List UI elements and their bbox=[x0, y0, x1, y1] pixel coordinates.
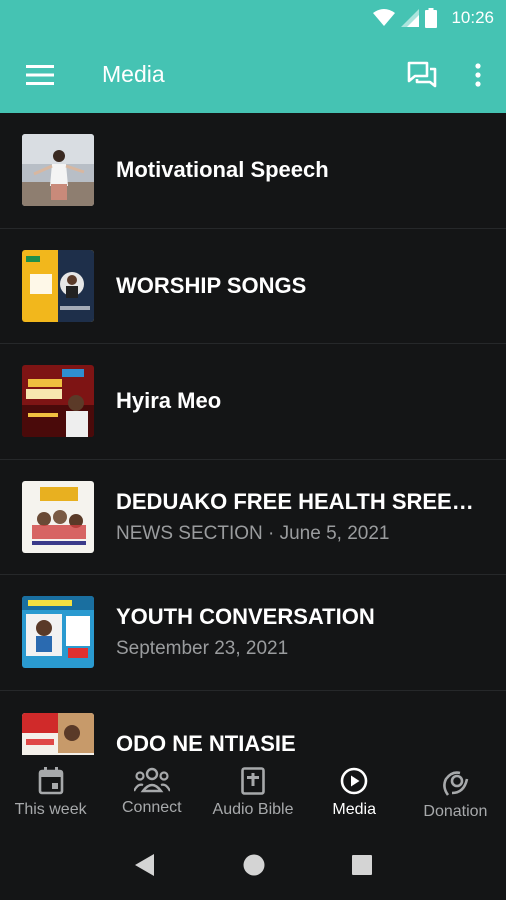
list-item[interactable]: YOUTH CONVERSATION September 23, 2021 bbox=[0, 575, 506, 691]
list-item[interactable]: Motivational Speech bbox=[0, 113, 506, 229]
back-icon[interactable] bbox=[134, 853, 156, 877]
nav-media[interactable]: Media bbox=[304, 755, 405, 829]
media-list: Motivational Speech WORSHIP SONGS Hyira … bbox=[0, 113, 506, 755]
list-item[interactable]: WORSHIP SONGS bbox=[0, 229, 506, 344]
more-vertical-icon bbox=[475, 62, 481, 87]
item-title: Motivational Speech bbox=[116, 157, 329, 183]
status-time: 10:26 bbox=[451, 8, 494, 27]
nav-label: Donation bbox=[423, 803, 488, 820]
signal-icon bbox=[401, 9, 420, 27]
thumbnail-image bbox=[22, 134, 94, 207]
thumbnail-image bbox=[22, 249, 94, 322]
menu-button[interactable] bbox=[0, 36, 80, 113]
nav-label: Media bbox=[332, 801, 376, 818]
list-item[interactable]: Hyira Meo bbox=[0, 344, 506, 460]
item-title: ODO NE NTIASIE bbox=[116, 730, 296, 756]
nav-this-week[interactable]: This week bbox=[0, 755, 101, 829]
item-subtitle: NEWS SECTION · June 5, 2021 bbox=[116, 522, 390, 544]
thumbnail-image bbox=[22, 712, 94, 755]
nav-connect[interactable]: Connect bbox=[101, 755, 202, 829]
item-title: Hyira Meo bbox=[116, 388, 222, 414]
play-circle-icon bbox=[340, 767, 368, 795]
item-title: DEDUAKO FREE HEALTH SREENI... bbox=[116, 488, 486, 514]
nav-donation[interactable]: Donation bbox=[405, 755, 506, 829]
more-options-button[interactable] bbox=[450, 36, 506, 113]
home-icon[interactable] bbox=[243, 854, 265, 876]
nav-label: Connect bbox=[122, 799, 182, 816]
nav-label: This week bbox=[14, 801, 87, 818]
chat-button[interactable] bbox=[394, 36, 450, 113]
menu-icon bbox=[26, 64, 54, 85]
bible-icon bbox=[241, 767, 265, 795]
status-bar: 10:26 bbox=[0, 0, 506, 36]
people-icon bbox=[133, 767, 170, 793]
thumbnail-image bbox=[22, 365, 94, 438]
item-subtitle: September 23, 2021 bbox=[116, 638, 289, 660]
page-title: Media bbox=[102, 61, 165, 87]
thumbnail-image bbox=[22, 480, 94, 553]
app-bar: Media bbox=[0, 36, 506, 113]
thumbnail-image bbox=[22, 596, 94, 669]
list-item[interactable]: ODO NE NTIASIE bbox=[0, 691, 506, 756]
bottom-navigation: This week Connect Audio Bible Media Dona… bbox=[0, 755, 506, 829]
list-item[interactable]: DEDUAKO FREE HEALTH SREENI... NEWS SECTI… bbox=[0, 460, 506, 575]
wifi-icon bbox=[373, 9, 396, 26]
battery-icon bbox=[425, 8, 438, 28]
recents-icon[interactable] bbox=[352, 854, 373, 875]
calendar-icon bbox=[38, 767, 63, 795]
item-title: YOUTH CONVERSATION bbox=[116, 604, 375, 630]
nav-label: Audio Bible bbox=[212, 801, 294, 818]
chat-icon bbox=[407, 61, 437, 87]
donation-icon bbox=[443, 771, 469, 796]
system-navigation-bar bbox=[0, 829, 506, 900]
nav-audio-bible[interactable]: Audio Bible bbox=[202, 755, 303, 829]
item-title: WORSHIP SONGS bbox=[116, 272, 307, 298]
